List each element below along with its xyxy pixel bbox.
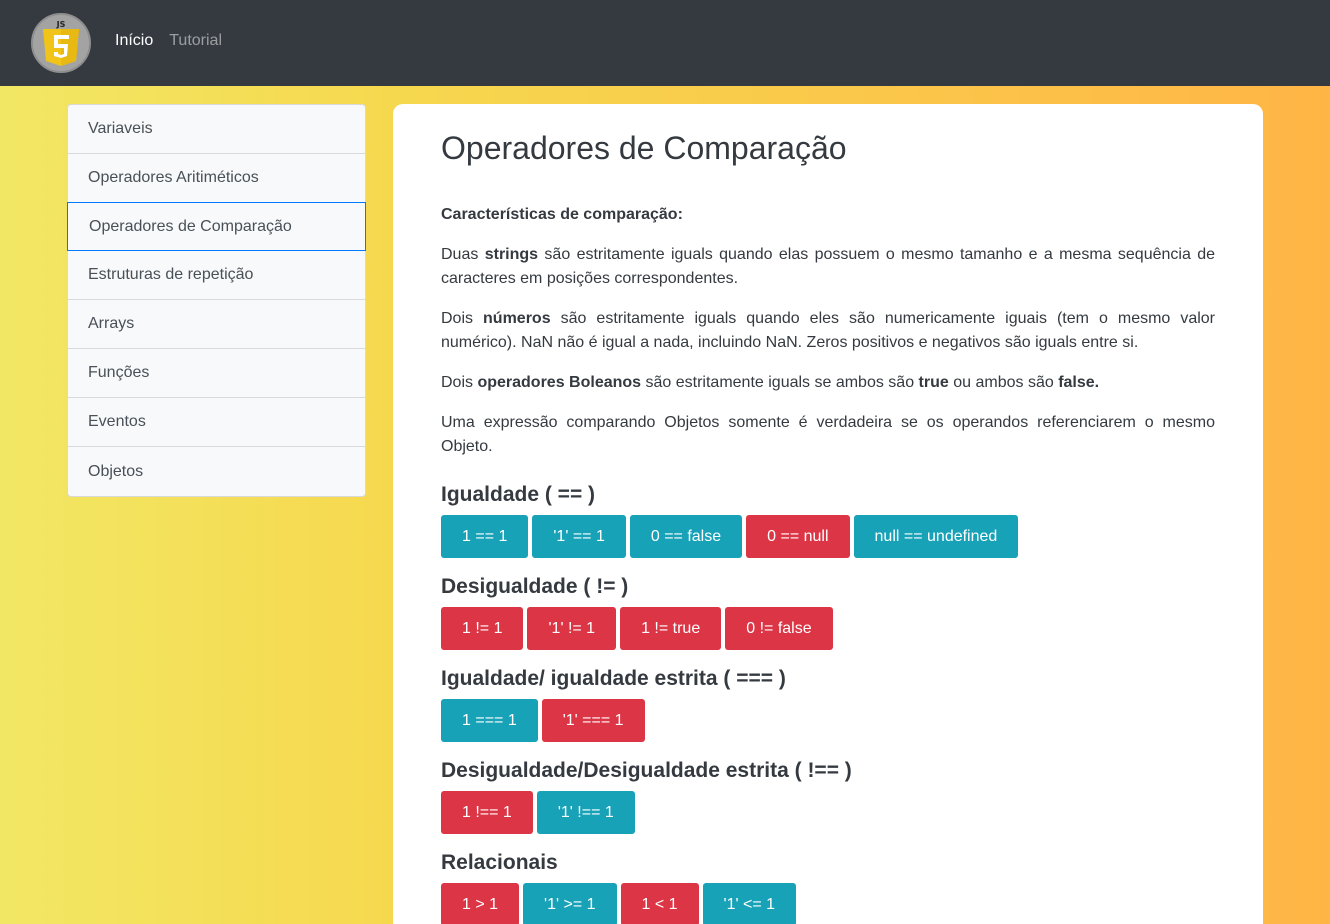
button-row: 1 > 1'1' >= 11 < 1'1' <= 1 (441, 883, 1215, 924)
comparison-button[interactable]: '1' >= 1 (523, 883, 617, 924)
sidebar-item[interactable]: Estruturas de repetição (68, 251, 365, 300)
comparison-button[interactable]: '1' != 1 (527, 607, 617, 650)
button-row: 1 !== 1'1' !== 1 (441, 791, 1215, 834)
button-row: 1 == 1'1' == 10 == false 0 == null null ==… (441, 515, 1215, 558)
paragraph-numbers: Dois números são estritamente iguals qua… (441, 310, 1216, 351)
js5-logo[interactable]: JS (31, 13, 91, 73)
sidebar-menu: Variaveis Operadores Aritiméticos Operador… (67, 104, 366, 497)
comparison-button[interactable]: '1' <= 1 (702, 883, 797, 924)
comparison-button[interactable]: 1 !== 1 (441, 791, 533, 834)
sidebar-item[interactable]: Variaveis (68, 105, 365, 154)
section-subtitle: Características de comparação: (441, 206, 683, 223)
top-navbar: JS Início Tutorial (0, 0, 1330, 86)
comparison-button[interactable]: 1 == 1 (441, 515, 529, 558)
sidebar-item[interactable]: Operadores Aritiméticos (68, 154, 365, 203)
sidebar-item[interactable]: Operadores de Comparação (67, 202, 366, 251)
comparison-button[interactable]: 0 == null (746, 515, 850, 558)
comparison-button[interactable]: 1 < 1 (620, 883, 699, 924)
comparison-button[interactable]: 1 === 1 (441, 699, 538, 742)
sidebar-item[interactable]: Objetos (68, 447, 365, 496)
nav-link-tutorial[interactable]: Tutorial (169, 32, 222, 50)
js-shield-icon: JS (43, 20, 79, 66)
paragraph-strings: Duas strings são estritamente iguals qua… (441, 246, 1216, 287)
comparison-button[interactable]: null == undefined (853, 515, 1019, 558)
button-row: 1 != 1'1' != 11 != true 0 != false (441, 607, 1215, 650)
comparison-button[interactable]: 1 > 1 (441, 883, 520, 924)
comparison-button[interactable]: 1 != true (620, 607, 722, 650)
section-title: Igualdade ( == ) (441, 483, 596, 506)
comparison-section: Igualdade ( == ) 1 == 1'1' == 10 == false… (441, 481, 1215, 558)
page-title: Operadores de Comparação (441, 130, 847, 166)
comparison-button[interactable]: 0 == false (629, 515, 743, 558)
section-title: Desigualdade ( != ) (441, 575, 629, 598)
section-title: Relacionais (441, 851, 558, 874)
comparison-button[interactable]: '1' !== 1 (536, 791, 635, 834)
comparison-button[interactable]: 1 != 1 (441, 607, 524, 650)
sidebar-item[interactable]: Funções (68, 349, 365, 398)
paragraph-booleans: Dois operadores Boleanos são estritament… (441, 374, 1100, 391)
sidebar-item[interactable]: Eventos (68, 398, 365, 447)
comparison-section: Relacionais 1 > 1'1' >= 11 < 1'1' <= 1 (441, 849, 1215, 924)
svg-text:JS: JS (56, 20, 66, 29)
comparison-section: Igualdade/ igualdade estrita ( === ) 1 ==… (441, 665, 1215, 742)
comparison-button[interactable]: '1' === 1 (541, 699, 645, 742)
content-card: Operadores de Comparação Características… (393, 104, 1263, 924)
nav-link-in-cio[interactable]: Início (115, 32, 153, 50)
comparison-button[interactable]: 0 != false (725, 607, 833, 650)
comparison-section: Desigualdade/Desigualdade estrita ( !== … (441, 757, 1215, 834)
sidebar-item[interactable]: Arrays (68, 300, 365, 349)
section-title: Desigualdade/Desigualdade estrita ( !== … (441, 759, 852, 782)
button-row: 1 === 1'1' === 1 (441, 699, 1215, 742)
paragraph-objects: Uma expressão comparando Objetos somente… (441, 414, 1215, 455)
comparison-button[interactable]: '1' == 1 (532, 515, 626, 558)
section-title: Igualdade/ igualdade estrita ( === ) (441, 667, 786, 690)
comparison-section: Desigualdade ( != ) 1 != 1'1' != 11 != tr… (441, 573, 1215, 650)
